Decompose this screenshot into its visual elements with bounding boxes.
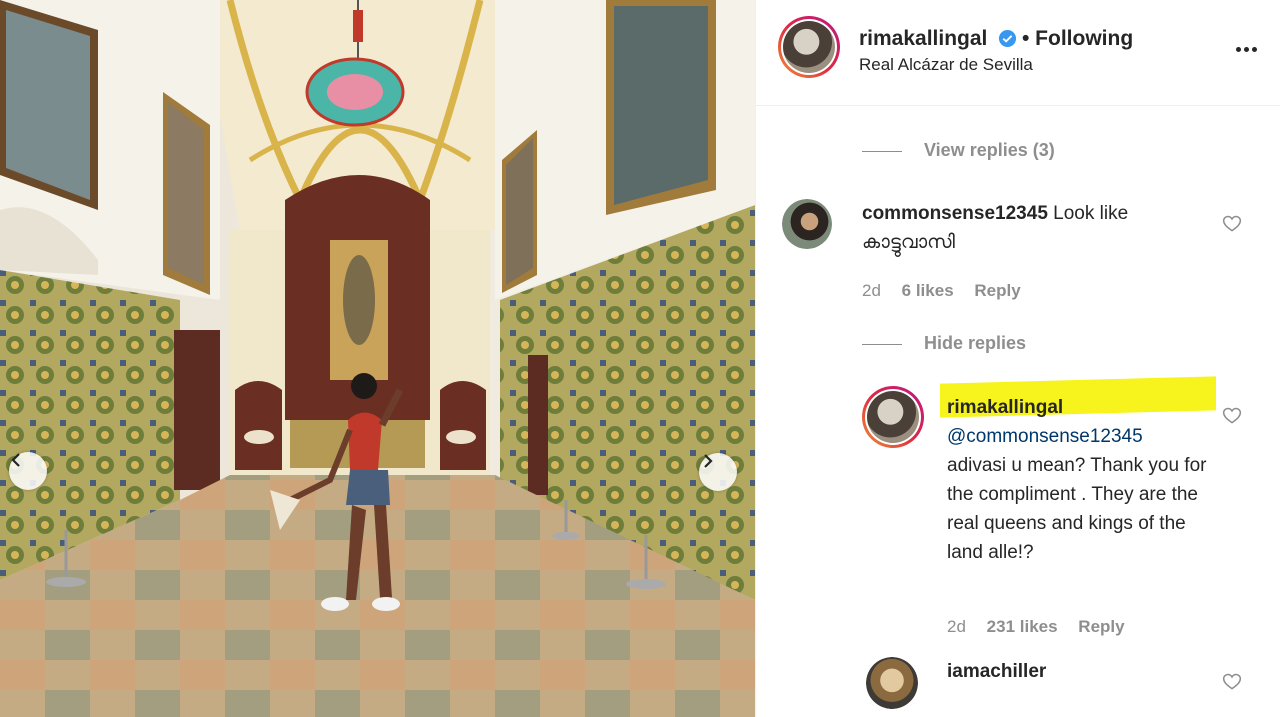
following-status[interactable]: • Following <box>1022 27 1133 51</box>
reply-username[interactable]: rimakallingal <box>947 393 1207 422</box>
verified-badge-icon <box>998 29 1017 48</box>
more-options-icon[interactable] <box>1236 39 1262 52</box>
heart-icon[interactable] <box>1222 672 1242 692</box>
commenter-avatar[interactable] <box>782 199 832 249</box>
post-photo[interactable] <box>0 0 755 717</box>
palace-interior-image <box>0 0 755 717</box>
comments-pane: rimakallingal • Following Real Alcázar d… <box>755 0 1280 717</box>
previous-photo-button[interactable] <box>9 452 47 490</box>
comment-body: commonsense12345 Look like കാട്ടുവാസി <box>862 199 1192 257</box>
view-replies-button[interactable]: View replies (3) <box>862 140 1055 161</box>
reply-author-avatar[interactable] <box>862 386 924 448</box>
reply-button[interactable]: Reply <box>1078 617 1124 636</box>
post-header: rimakallingal • Following Real Alcázar d… <box>756 0 1280 106</box>
reply-button[interactable]: Reply <box>974 281 1020 300</box>
author-username[interactable]: rimakallingal <box>859 27 987 51</box>
comment-username[interactable]: commonsense12345 <box>862 203 1048 224</box>
reply-age: 2d <box>947 617 966 636</box>
divider-line <box>862 343 902 345</box>
heart-icon[interactable] <box>1222 406 1242 426</box>
view-replies-label: View replies (3) <box>924 140 1055 160</box>
reply-likes[interactable]: 231 likes <box>987 617 1058 636</box>
divider-line <box>862 150 902 152</box>
comment-username[interactable]: iamachiller <box>947 661 1046 683</box>
commenter-avatar[interactable] <box>866 657 918 709</box>
comment-meta: 2d 6 likes Reply <box>862 281 1037 301</box>
reply-body: rimakallingal @commonsense12345 adivasi … <box>947 393 1207 567</box>
comment-likes[interactable]: 6 likes <box>902 281 954 300</box>
hide-replies-button[interactable]: Hide replies <box>862 333 1026 354</box>
comment-age: 2d <box>862 281 881 300</box>
heart-icon[interactable] <box>1222 214 1242 234</box>
chevron-right-icon <box>704 454 713 468</box>
post-location[interactable]: Real Alcázar de Sevilla <box>859 55 1033 75</box>
reply-text: adivasi u mean? Thank you for the compli… <box>947 455 1207 563</box>
reply-meta: 2d 231 likes Reply <box>947 617 1141 637</box>
next-photo-button[interactable] <box>699 453 737 491</box>
chevron-left-icon <box>11 453 20 467</box>
hide-replies-label: Hide replies <box>924 333 1027 353</box>
author-avatar[interactable] <box>778 16 840 78</box>
reply-mention[interactable]: @commonsense12345 <box>947 426 1143 447</box>
